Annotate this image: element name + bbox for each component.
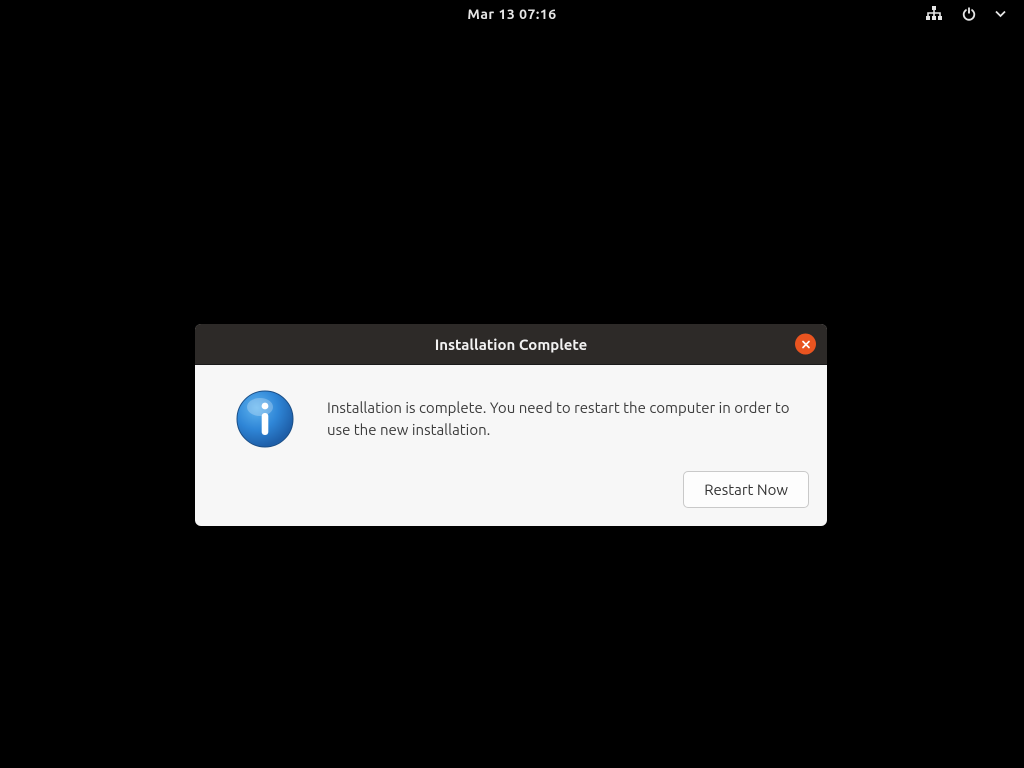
chevron-down-icon[interactable] [995, 10, 1006, 18]
dialog-message: Installation is complete. You need to re… [327, 391, 797, 441]
power-icon[interactable] [961, 6, 977, 22]
network-icon[interactable] [925, 6, 943, 22]
restart-now-button[interactable]: Restart Now [683, 471, 809, 508]
system-tray [925, 0, 1006, 28]
dialog-titlebar[interactable]: Installation Complete [195, 324, 827, 365]
dialog-body: Installation is complete. You need to re… [195, 365, 827, 471]
dialog-actions: Restart Now [195, 471, 827, 526]
close-icon [801, 339, 811, 349]
close-button[interactable] [795, 334, 816, 355]
installation-complete-dialog: Installation Complete [195, 324, 827, 526]
top-bar: Mar 13 07:16 [0, 0, 1024, 28]
dialog-title: Installation Complete [435, 336, 588, 353]
info-icon [235, 389, 295, 453]
clock[interactable]: Mar 13 07:16 [467, 6, 556, 22]
